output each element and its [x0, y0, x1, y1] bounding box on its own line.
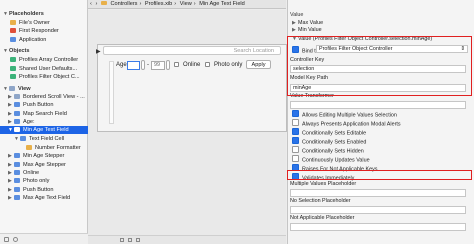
multiple-values-placeholder-field[interactable] — [290, 189, 466, 197]
crumb-view[interactable]: View — [180, 1, 192, 7]
objects-header[interactable]: ▼Objects — [3, 47, 91, 55]
crumb-profiles-xib[interactable]: Profiles.xib — [145, 1, 172, 7]
forward-icon[interactable]: › — [95, 1, 97, 7]
crumb-controllers[interactable]: Controllers — [110, 1, 137, 7]
outline-footer — [0, 233, 88, 244]
view-icon — [14, 93, 20, 99]
value-transformer-field[interactable] — [290, 101, 466, 109]
cube-icon — [10, 73, 16, 79]
view-header[interactable]: ▼ View — [3, 85, 91, 93]
validates-highlight-box — [287, 170, 472, 180]
option-sets-editable[interactable]: Conditionally Sets Editable — [292, 128, 366, 137]
max-age-text-field[interactable]: 99 — [151, 61, 165, 70]
apply-button[interactable]: Apply — [246, 60, 271, 69]
outline-item-age-label[interactable]: ▶ Age: — [8, 118, 96, 126]
dash-separator: - — [147, 62, 149, 68]
outline-item-application[interactable]: Application — [10, 36, 98, 44]
option-continuously-updates[interactable]: Continuously Updates Value — [292, 155, 370, 164]
photo-only-checkbox[interactable] — [205, 62, 210, 67]
outline-item-max-age-text-field[interactable]: ▶ Max Age Text Field — [8, 194, 96, 202]
outline-item-min-age-stepper[interactable]: ▶ Min Age Stepper — [8, 152, 96, 160]
field-icon — [14, 110, 20, 116]
outline-item-array-controller[interactable]: Profiles Array Controller — [10, 56, 98, 64]
min-age-text-field[interactable] — [127, 61, 140, 70]
back-icon[interactable]: ‹ — [90, 1, 92, 7]
cube-icon — [10, 65, 16, 71]
button-icon — [14, 186, 20, 192]
outline-item-first-responder[interactable]: First Responder — [10, 27, 98, 35]
option-sets-enabled[interactable]: Conditionally Sets Enabled — [292, 137, 366, 146]
field-icon — [14, 194, 20, 200]
arrow-icon: ▶ — [96, 49, 101, 55]
binding-highlight-box — [287, 36, 472, 96]
photo-only-label: Photo only — [214, 62, 243, 68]
formatter-icon — [26, 144, 32, 150]
outline-item-online[interactable]: ▶ Online — [8, 169, 96, 177]
value-section-header: Value — [290, 12, 304, 18]
outline-item-push-button[interactable]: ▶ Push Button — [8, 101, 96, 109]
outline-item-filter-controller[interactable]: Profiles Filter Object C... — [10, 73, 98, 81]
cell-icon — [20, 135, 26, 141]
field-icon — [14, 126, 20, 132]
online-checkbox[interactable] — [174, 62, 179, 67]
label-icon — [14, 118, 20, 124]
no-selection-placeholder-field[interactable] — [290, 206, 466, 214]
checkbox-icon — [292, 155, 299, 162]
stepper-icon — [14, 152, 20, 158]
chevron-right-icon: › — [193, 1, 196, 7]
outline-item-scroll-view[interactable]: ▶ Bordered Scroll View - ... — [8, 93, 96, 101]
checkbox-icon — [14, 169, 20, 175]
checkmark-icon — [292, 128, 299, 135]
placeholders-header[interactable]: ▼Placeholders — [3, 10, 91, 18]
pin-icon[interactable] — [136, 238, 140, 242]
outline-item-push-button-2[interactable]: ▶ Push Button — [8, 186, 96, 194]
align-icon[interactable] — [128, 238, 132, 242]
outline-item-files-owner[interactable]: File's Owner — [10, 19, 98, 27]
option-sets-hidden[interactable]: Conditionally Sets Hidden — [292, 146, 364, 155]
canvas-footer — [88, 235, 286, 244]
outline-item-min-age-text-field[interactable]: ▼ Min Age Text Field — [0, 126, 88, 134]
button-icon — [14, 101, 20, 107]
option-modal-alerts[interactable]: Always Presents Application Modal Alerts — [292, 119, 401, 128]
min-age-stepper[interactable] — [141, 60, 145, 70]
option-allows-editing[interactable]: Allows Editing Multiple Values Selection — [292, 110, 397, 119]
add-icon[interactable] — [4, 237, 9, 242]
document-outline: ▼Placeholders File's Owner First Respond… — [0, 0, 88, 244]
cube-icon — [10, 56, 16, 62]
app-icon — [10, 36, 16, 42]
layout-icon[interactable] — [120, 238, 124, 242]
checkmark-icon — [292, 110, 299, 117]
filter-icon[interactable] — [13, 237, 18, 242]
max-age-stepper[interactable] — [166, 60, 170, 70]
outline-item-photo-only[interactable]: ▶ Photo only — [8, 177, 96, 185]
not-applicable-placeholder-field[interactable] — [290, 223, 466, 231]
outline-item-max-age-stepper[interactable]: ▶ Max Age Stepper — [8, 161, 96, 169]
chevron-right-icon: › — [139, 1, 142, 7]
crumb-min-age-text-field[interactable]: Min Age Text Field — [199, 1, 245, 7]
outline-item-user-defaults[interactable]: Shared User Defaults... — [10, 65, 98, 73]
min-value-binding[interactable]: ▶ Min Value — [292, 27, 322, 34]
search-location-field[interactable]: Search Location — [103, 46, 281, 55]
online-label: Online — [183, 62, 201, 68]
jump-bar: ‹ › Controllers › Profiles.xib › View › Min… — [88, 0, 286, 9]
checkbox-icon — [292, 119, 299, 126]
cube-icon — [10, 19, 16, 25]
checkbox-icon — [292, 146, 299, 153]
scroll-view[interactable] — [109, 61, 114, 124]
stepper-icon — [14, 161, 20, 167]
view-icon — [9, 85, 15, 91]
view-frame — [97, 44, 287, 132]
folder-icon — [100, 1, 107, 5]
outline-item-map-search-field[interactable]: ▶ Map Search Field — [8, 110, 96, 118]
chevron-right-icon: › — [174, 1, 177, 7]
checkmark-icon — [292, 137, 299, 144]
not-applicable-placeholder-label: Not Applicable Placeholder — [290, 215, 355, 221]
checkbox-icon — [14, 177, 20, 183]
multiple-values-placeholder-label: Multiple Values Placeholder — [290, 181, 357, 187]
cube-icon — [10, 27, 16, 33]
max-value-binding[interactable]: ▶ Max Value — [292, 20, 323, 27]
no-selection-placeholder-label: No Selection Placeholder — [290, 198, 351, 204]
